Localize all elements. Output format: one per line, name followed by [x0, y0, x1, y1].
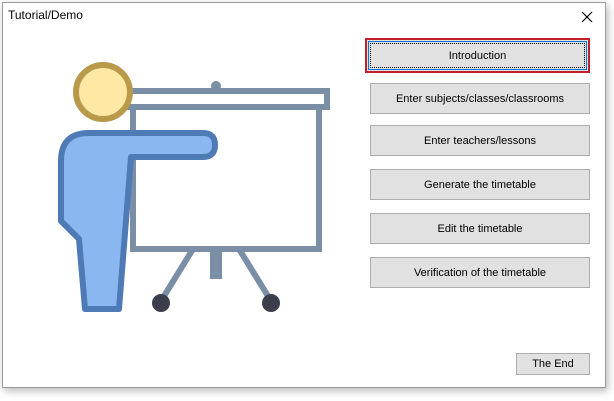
presenter-whiteboard-illustration	[58, 62, 330, 312]
enter-subjects-button[interactable]: Enter subjects/classes/classrooms	[370, 83, 590, 114]
verify-timetable-button[interactable]: Verification of the timetable	[370, 257, 590, 288]
tutorial-dialog: Tutorial/Demo Introduction Enter subject…	[2, 2, 606, 388]
generate-timetable-label: Generate the timetable	[424, 178, 536, 191]
whiteboard	[130, 102, 322, 252]
enter-teachers-button[interactable]: Enter teachers/lessons	[370, 125, 590, 156]
introduction-label: Introduction	[448, 49, 507, 62]
the-end-button[interactable]: The End	[516, 353, 590, 375]
verify-timetable-label: Verification of the timetable	[413, 266, 547, 279]
enter-subjects-label: Enter subjects/classes/classrooms	[395, 92, 565, 105]
the-end-label: The End	[532, 358, 574, 370]
close-icon	[581, 11, 593, 23]
edit-timetable-button[interactable]: Edit the timetable	[370, 213, 590, 244]
board-rail	[116, 88, 330, 110]
easel-foot-right	[262, 294, 280, 312]
introduction-button[interactable]: Introduction	[365, 38, 590, 73]
enter-teachers-label: Enter teachers/lessons	[424, 134, 536, 147]
easel-foot-left	[152, 294, 170, 312]
easel-leg-left	[158, 247, 196, 303]
generate-timetable-button[interactable]: Generate the timetable	[370, 169, 590, 200]
window-title: Tutorial/Demo	[8, 8, 83, 22]
close-button[interactable]	[569, 3, 605, 31]
presenter-head	[73, 62, 133, 122]
easel-leg-right	[236, 247, 274, 303]
edit-timetable-label: Edit the timetable	[437, 222, 523, 235]
